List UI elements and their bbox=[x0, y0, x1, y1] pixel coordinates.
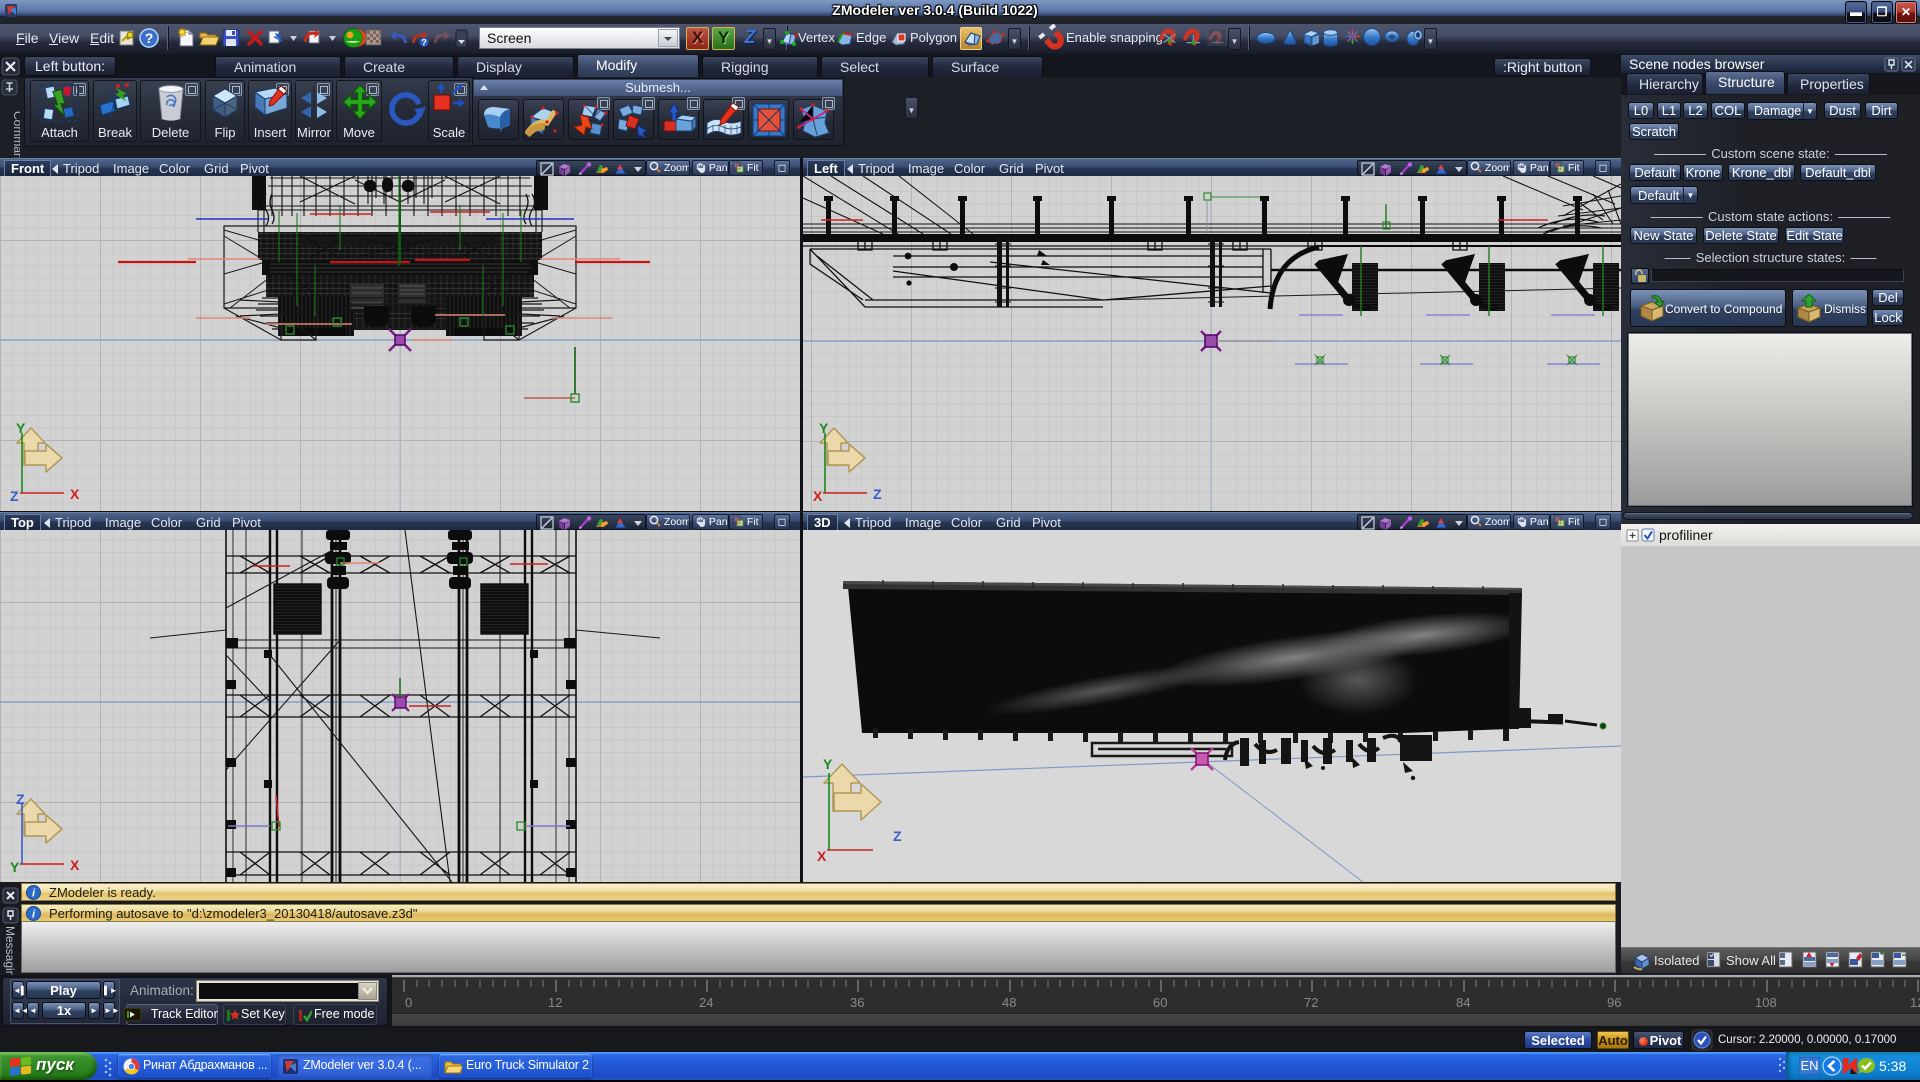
svg-text:84: 84 bbox=[1456, 995, 1470, 1010]
svg-text:Y: Y bbox=[16, 421, 26, 436]
svg-text:Y: Y bbox=[823, 756, 833, 772]
svg-text:Z: Z bbox=[16, 792, 25, 807]
svg-text:X: X bbox=[70, 486, 80, 502]
svg-text:36: 36 bbox=[850, 995, 864, 1010]
svg-text:48: 48 bbox=[1002, 995, 1016, 1010]
svg-text:Polygon: Polygon bbox=[910, 30, 957, 45]
svg-text:X: X bbox=[70, 857, 80, 873]
svg-text:108: 108 bbox=[1755, 995, 1777, 1010]
svg-text:?: ? bbox=[421, 38, 427, 48]
svg-text:Command:: Command: bbox=[11, 111, 20, 158]
svg-text:0: 0 bbox=[405, 995, 412, 1010]
svg-text:72: 72 bbox=[1304, 995, 1318, 1010]
svg-text:96: 96 bbox=[1607, 995, 1621, 1010]
svg-text:Vertex: Vertex bbox=[798, 30, 835, 45]
svg-text:Z: Z bbox=[893, 828, 902, 844]
svg-text:X: X bbox=[817, 848, 827, 864]
svg-text:Z: Z bbox=[873, 486, 882, 502]
svg-text:24: 24 bbox=[699, 995, 713, 1010]
svg-text:Y: Y bbox=[819, 421, 829, 436]
svg-text:12: 12 bbox=[548, 995, 562, 1010]
svg-text:Edge: Edge bbox=[856, 30, 886, 45]
svg-text:X: X bbox=[813, 488, 823, 504]
svg-text:60: 60 bbox=[1153, 995, 1167, 1010]
svg-text:Z: Z bbox=[10, 488, 19, 504]
svg-text:Y: Y bbox=[10, 859, 20, 875]
svg-text:?: ? bbox=[145, 30, 154, 46]
svg-text:120: 120 bbox=[1910, 995, 1920, 1010]
